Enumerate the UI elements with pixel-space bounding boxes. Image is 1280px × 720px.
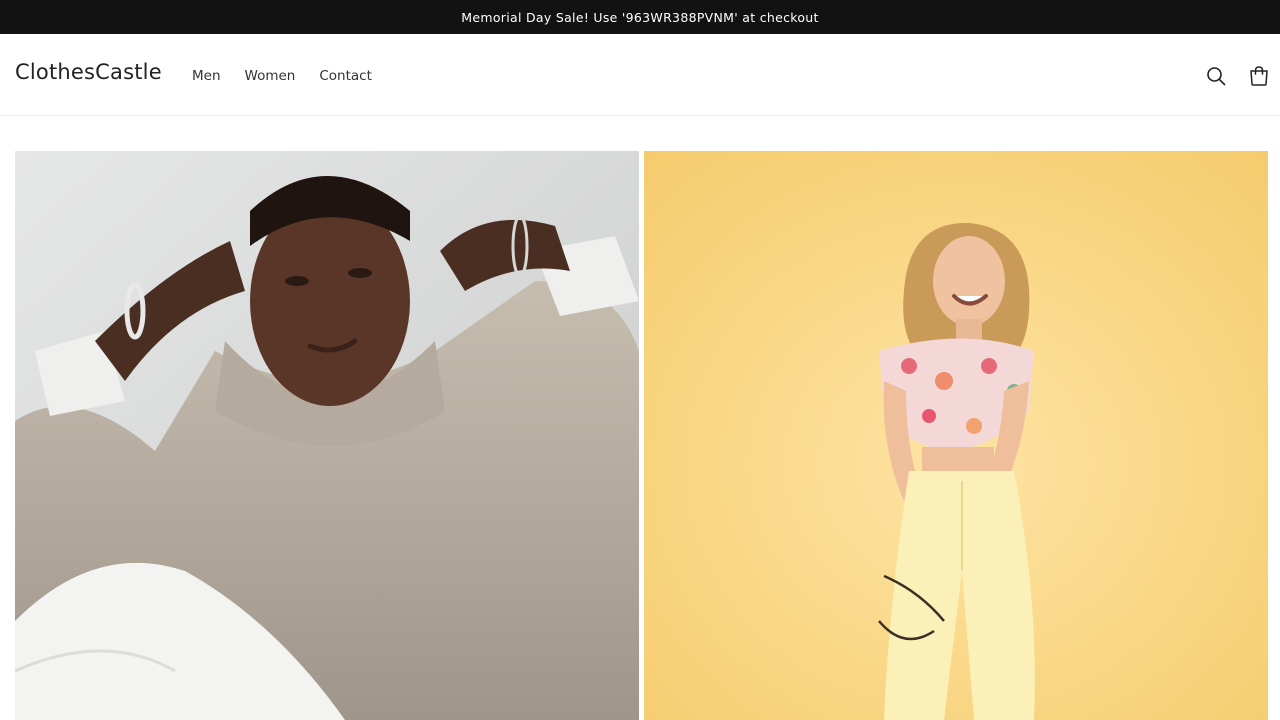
search-button[interactable]	[1202, 62, 1230, 90]
nav-link-women[interactable]: Women	[233, 64, 308, 88]
hero-tile-women[interactable]	[644, 151, 1268, 720]
cart-icon	[1250, 66, 1268, 86]
store-logo[interactable]: ClothesCastle	[15, 60, 162, 84]
nav-link-contact[interactable]: Contact	[307, 64, 384, 88]
site-header: ClothesCastle Men Women Contact	[0, 34, 1280, 116]
women-hero-image	[644, 151, 1268, 720]
main-nav: Men Women Contact	[180, 64, 384, 88]
cart-button[interactable]	[1245, 62, 1273, 90]
search-icon	[1207, 67, 1226, 86]
hero-tile-men[interactable]	[15, 151, 639, 720]
men-hero-image	[15, 151, 639, 720]
announcement-text: Memorial Day Sale! Use '963WR388PVNM' at…	[461, 9, 819, 25]
nav-link-men[interactable]: Men	[180, 64, 233, 88]
announcement-bar: Memorial Day Sale! Use '963WR388PVNM' at…	[0, 0, 1280, 34]
